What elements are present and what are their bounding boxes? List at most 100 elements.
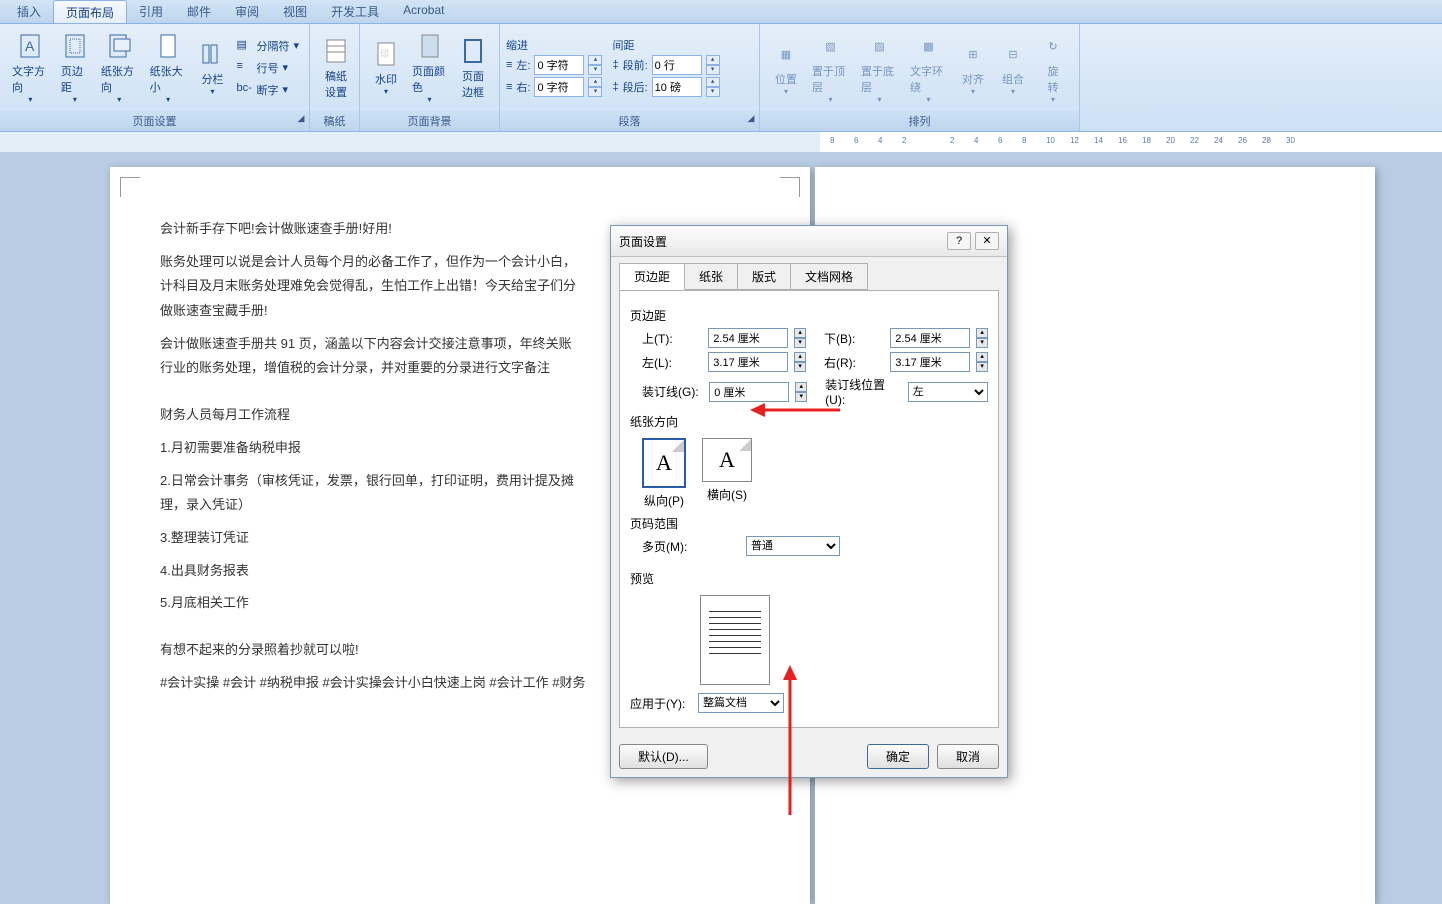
watermark-icon: 印	[371, 39, 401, 69]
gutter-input[interactable]	[709, 382, 789, 402]
orient-section-label: 纸张方向	[630, 413, 988, 430]
apply-to-select[interactable]: 整篇文档	[698, 693, 784, 713]
group-label-arrange: 排列	[760, 111, 1079, 131]
margin-bottom-spinner[interactable]: ▴▾	[976, 328, 988, 348]
spacing-label: 间距	[612, 37, 719, 53]
rotate-button[interactable]: ↻旋 转▾	[1033, 29, 1073, 106]
hyphen-icon: bc-	[236, 82, 252, 98]
orientation-icon	[104, 31, 134, 61]
tab-mailings[interactable]: 邮件	[175, 0, 223, 23]
page-color-button[interactable]: 页面颜色▾	[406, 29, 453, 106]
tab-references[interactable]: 引用	[127, 0, 175, 23]
dialog-tabs: 页边距 纸张 版式 文档网格	[611, 257, 1007, 290]
group-label-manuscript: 稿纸	[310, 111, 359, 131]
line-num-icon: ≡	[236, 60, 252, 76]
margin-top-input[interactable]	[708, 328, 788, 348]
margin-corner-icon	[780, 177, 800, 197]
position-icon: ▦	[771, 39, 801, 69]
indent-left-icon: ≡	[506, 59, 512, 71]
after-spinner[interactable]: ▴▾	[706, 77, 720, 97]
indent-left-input[interactable]	[534, 55, 584, 75]
dialog-close-button[interactable]: ✕	[975, 232, 999, 250]
svg-text:印: 印	[380, 48, 389, 59]
margins-section-label: 页边距	[630, 307, 988, 324]
orient-portrait[interactable]: A 纵向(P)	[642, 438, 686, 509]
dlg-tab-paper[interactable]: 纸张	[684, 263, 738, 290]
line-numbers-button[interactable]: ≡行号 ▾	[232, 58, 303, 78]
margin-left-spinner[interactable]: ▴▾	[794, 352, 806, 372]
group-manuscript: 稿纸 设置 稿纸	[310, 24, 360, 131]
tab-page-layout[interactable]: 页面布局	[53, 0, 127, 23]
page-setup-expander[interactable]: ◢	[295, 113, 307, 125]
spacing-before-input[interactable]	[652, 55, 702, 75]
ruler: 8 6 4 2 2 4 6 8 10 12 14 16 18 20 22 24 …	[0, 132, 1442, 152]
ok-button[interactable]: 确定	[867, 744, 929, 769]
indent-right-input[interactable]	[534, 77, 584, 97]
tab-review[interactable]: 审阅	[223, 0, 271, 23]
orientation-button[interactable]: 纸张方向▾	[95, 29, 144, 106]
dialog-titlebar[interactable]: 页面设置 ? ✕	[611, 226, 1007, 257]
group-page-bg: 印 水印▾ 页面颜色▾ 页面 边框 页面背景	[360, 24, 500, 131]
dialog-title: 页面设置	[619, 233, 943, 250]
tab-developer[interactable]: 开发工具	[319, 0, 391, 23]
indent-right-icon: ≡	[506, 81, 512, 93]
dialog-help-button[interactable]: ?	[947, 232, 971, 250]
breaks-button[interactable]: ▤分隔符 ▾	[232, 36, 303, 56]
tab-insert[interactable]: 插入	[5, 0, 53, 23]
breaks-icon: ▤	[236, 38, 252, 54]
text-wrap-button[interactable]: ▩文字环绕▾	[904, 29, 953, 106]
dlg-tab-grid[interactable]: 文档网格	[790, 263, 868, 290]
gutter-spinner[interactable]: ▴▾	[795, 382, 807, 402]
size-icon	[153, 31, 183, 61]
page-border-button[interactable]: 页面 边框	[453, 34, 493, 102]
paragraph-expander[interactable]: ◢	[745, 113, 757, 125]
tab-view[interactable]: 视图	[271, 0, 319, 23]
group-page-setup: A 文字方向▾ 页边距▾ 纸张方向▾ 纸张大小▾ 分栏▾ ▤分隔符 ▾ ≡行	[0, 24, 310, 131]
before-spinner[interactable]: ▴▾	[706, 55, 720, 75]
bring-front-button[interactable]: ▧置于顶层▾	[806, 29, 855, 106]
cancel-button[interactable]: 取消	[937, 744, 999, 769]
multi-page-select[interactable]: 普通	[746, 536, 840, 556]
margin-right-input[interactable]	[890, 352, 970, 372]
send-back-button[interactable]: ▨置于底层▾	[855, 29, 904, 106]
page-color-icon	[415, 31, 445, 61]
group-label-paragraph: 段落	[619, 116, 641, 128]
spacing-after-input[interactable]	[652, 77, 702, 97]
margins-icon	[60, 31, 90, 61]
margin-left-input[interactable]	[708, 352, 788, 372]
text-direction-button[interactable]: A 文字方向▾	[6, 29, 55, 106]
gutter-pos-select[interactable]: 左	[908, 382, 988, 402]
indent-right-spinner[interactable]: ▴▾	[588, 77, 602, 97]
group-button[interactable]: ⊟组合▾	[993, 37, 1033, 98]
indent-left-spinner[interactable]: ▴▾	[588, 55, 602, 75]
front-icon: ▧	[816, 31, 846, 61]
watermark-button[interactable]: 印 水印▾	[366, 37, 406, 98]
align-button[interactable]: ⊞对齐▾	[953, 37, 993, 98]
position-button[interactable]: ▦位置▾	[766, 37, 806, 98]
hyphenation-button[interactable]: bc-断字 ▾	[232, 80, 303, 100]
wrap-icon: ▩	[914, 31, 944, 61]
dlg-tab-margins[interactable]: 页边距	[619, 263, 685, 290]
tab-acrobat[interactable]: Acrobat	[391, 0, 456, 23]
page-border-icon	[458, 36, 488, 66]
rotate-icon: ↻	[1038, 31, 1068, 61]
margin-bottom-input[interactable]	[890, 328, 970, 348]
margins-button[interactable]: 页边距▾	[55, 29, 95, 106]
columns-button[interactable]: 分栏▾	[192, 37, 232, 98]
manuscript-button[interactable]: 稿纸 设置	[316, 34, 356, 102]
default-button[interactable]: 默认(D)...	[619, 744, 708, 769]
dlg-tab-layout[interactable]: 版式	[737, 263, 791, 290]
orient-landscape[interactable]: A 横向(S)	[702, 438, 752, 503]
text-direction-icon: A	[15, 31, 45, 61]
margin-top-spinner[interactable]: ▴▾	[794, 328, 806, 348]
size-button[interactable]: 纸张大小▾	[144, 29, 193, 106]
ribbon-tabs: 插入 页面布局 引用 邮件 审阅 视图 开发工具 Acrobat	[0, 0, 1442, 24]
align-icon: ⊞	[958, 39, 988, 69]
range-section-label: 页码范围	[630, 515, 988, 532]
before-icon: ‡	[612, 59, 618, 71]
margin-right-spinner[interactable]: ▴▾	[976, 352, 988, 372]
after-icon: ‡	[612, 81, 618, 93]
back-icon: ▨	[865, 31, 895, 61]
group-arrange: ▦位置▾ ▧置于顶层▾ ▨置于底层▾ ▩文字环绕▾ ⊞对齐▾ ⊟组合▾ ↻旋 转…	[760, 24, 1080, 131]
group-label-page-bg: 页面背景	[360, 111, 499, 131]
